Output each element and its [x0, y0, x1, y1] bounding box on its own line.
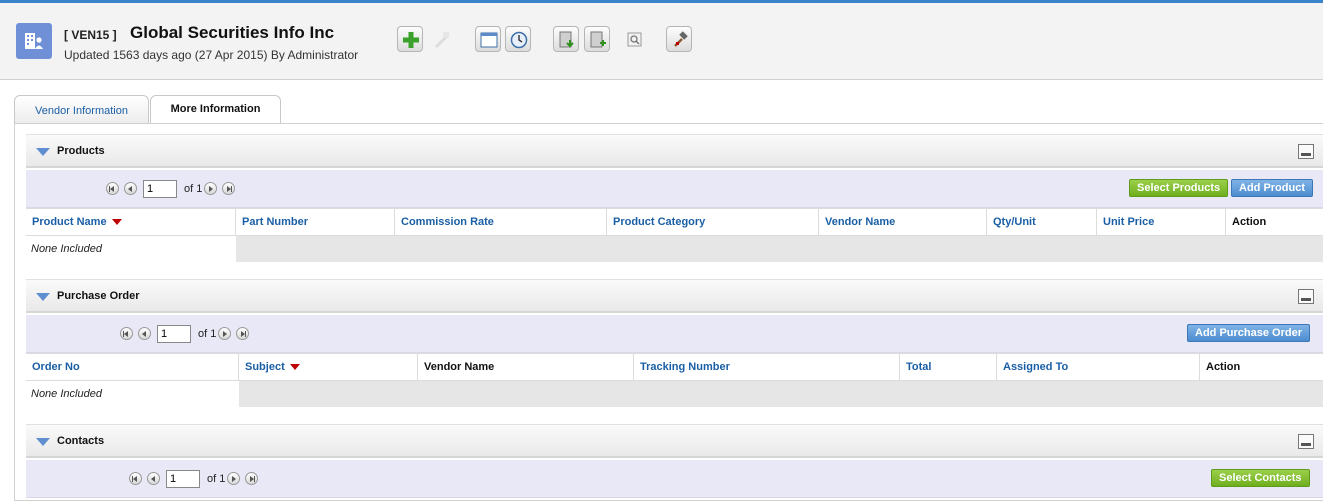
collapse-arrow-icon[interactable]: [36, 148, 50, 156]
collapse-arrow-icon[interactable]: [36, 438, 50, 446]
column-vendor-name: Vendor Name: [418, 354, 634, 381]
import-button[interactable]: [553, 26, 579, 52]
products-pager-bar: of 1 Select Products Add Product: [26, 170, 1323, 208]
tab-more-information[interactable]: More Information: [150, 95, 281, 125]
empty-list-message: None Included: [26, 381, 239, 407]
last-page-icon[interactable]: [222, 182, 235, 195]
last-page-icon[interactable]: [236, 327, 249, 340]
table-row: None Included: [26, 381, 1323, 407]
page-number-input[interactable]: [166, 470, 200, 488]
table-row: None Included: [26, 236, 1323, 262]
empty-list-message: None Included: [26, 236, 236, 262]
tab-vendor-information[interactable]: Vendor Information: [14, 95, 149, 124]
column-action: Action: [1232, 216, 1267, 228]
column-label: Subject: [245, 361, 285, 373]
contacts-section: Contacts of 1 Select Contacts: [26, 424, 1323, 500]
column-subject[interactable]: Subject: [239, 354, 418, 381]
previous-page-icon[interactable]: [138, 327, 151, 340]
export-icon: [590, 31, 606, 48]
purchase-order-section-header[interactable]: Purchase Order: [26, 279, 1323, 313]
page-number-input[interactable]: [157, 325, 191, 343]
select-contacts-button[interactable]: Select Contacts: [1211, 469, 1310, 487]
column-product-name[interactable]: Product Name: [26, 209, 236, 236]
settings-button[interactable]: [666, 26, 692, 52]
vendor-avatar: [16, 23, 52, 59]
sort-descending-icon: [289, 364, 300, 371]
column-part-number[interactable]: Part Number: [236, 209, 395, 236]
find-duplicates-button[interactable]: [621, 26, 647, 52]
column-qty-unit[interactable]: Qty/Unit: [987, 209, 1097, 236]
clock-button[interactable]: [505, 26, 531, 52]
select-products-button[interactable]: Select Products: [1129, 179, 1229, 197]
next-page-icon[interactable]: [218, 327, 231, 340]
first-page-icon[interactable]: [129, 472, 142, 485]
minimize-icon[interactable]: [1298, 289, 1314, 304]
purchase-order-section: Purchase Order of 1 Add Purchase Order O…: [26, 279, 1323, 409]
contacts-section-header[interactable]: Contacts: [26, 424, 1323, 458]
column-commission-rate[interactable]: Commission Rate: [395, 209, 607, 236]
section-title: Products: [57, 145, 105, 157]
column-assigned-to[interactable]: Assigned To: [997, 354, 1200, 381]
section-title: Purchase Order: [57, 290, 140, 302]
page-count-label: of 1: [207, 473, 226, 485]
collapse-arrow-icon[interactable]: [36, 293, 50, 301]
page-number-input[interactable]: [143, 180, 177, 198]
previous-page-icon[interactable]: [147, 472, 160, 485]
next-page-icon[interactable]: [204, 182, 217, 195]
record-id: [ VEN15 ]: [64, 28, 117, 42]
minimize-icon[interactable]: [1298, 144, 1314, 159]
last-page-icon[interactable]: [245, 472, 258, 485]
column-label: Product Name: [32, 216, 107, 228]
column-action: Action: [1206, 361, 1241, 373]
add-record-button[interactable]: [397, 26, 423, 52]
record-title: Global Securities Info Inc: [130, 23, 335, 42]
page-count-label: of 1: [184, 183, 203, 195]
calendar-button[interactable]: [475, 26, 501, 52]
purchase-order-pager-bar: of 1 Add Purchase Order: [26, 315, 1323, 353]
sort-descending-icon: [111, 219, 122, 226]
export-button[interactable]: [584, 26, 610, 52]
column-tracking-number[interactable]: Tracking Number: [634, 354, 900, 381]
column-vendor-name[interactable]: Vendor Name: [819, 209, 987, 236]
products-section-header[interactable]: Products: [26, 134, 1323, 168]
duplicate-icon: [435, 32, 449, 48]
contacts-pager-bar: of 1 Select Contacts: [26, 460, 1323, 498]
purchase-order-table-header: Order No Subject Vendor Name Tracking Nu…: [26, 353, 1323, 381]
record-header: [ VEN15 ] Global Securities Info Inc Upd…: [0, 0, 1323, 80]
first-page-icon[interactable]: [106, 182, 119, 195]
column-total[interactable]: Total: [900, 354, 997, 381]
clock-icon: [510, 31, 528, 49]
products-table-header: Product Name Part Number Commission Rate…: [26, 208, 1323, 236]
vendor-building-icon: [25, 33, 43, 49]
next-page-icon[interactable]: [227, 472, 240, 485]
record-updated-info: Updated 1563 days ago (27 Apr 2015) By A…: [64, 48, 359, 62]
add-icon: [403, 32, 419, 48]
column-order-no[interactable]: Order No: [26, 354, 239, 381]
page-count-label: of 1: [198, 328, 217, 340]
calendar-icon: [480, 32, 498, 48]
settings-hammer-icon: [674, 31, 688, 47]
duplicate-button[interactable]: [427, 26, 453, 52]
section-title: Contacts: [57, 435, 105, 447]
column-unit-price[interactable]: Unit Price: [1097, 209, 1226, 236]
find-duplicates-icon: [627, 32, 642, 47]
previous-page-icon[interactable]: [124, 182, 137, 195]
products-section: Products of 1 Select Products Add Produc…: [26, 134, 1323, 264]
first-page-icon[interactable]: [120, 327, 133, 340]
related-lists-panel: Products of 1 Select Products Add Produc…: [14, 123, 1323, 501]
minimize-icon[interactable]: [1298, 434, 1314, 449]
add-product-button[interactable]: Add Product: [1231, 179, 1313, 197]
add-purchase-order-button[interactable]: Add Purchase Order: [1187, 324, 1310, 342]
import-icon: [559, 31, 574, 48]
column-product-category[interactable]: Product Category: [607, 209, 819, 236]
